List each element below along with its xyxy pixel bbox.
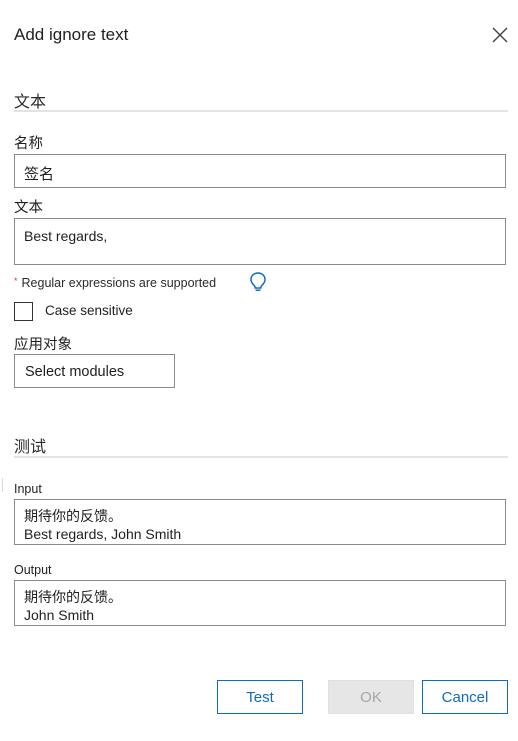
input-line: 期待你的反馈。 (24, 508, 122, 524)
text-label: 文本 (14, 200, 43, 216)
ok-button[interactable]: OK (328, 680, 414, 714)
required-marker: * (14, 276, 18, 286)
edge-marker (2, 478, 3, 492)
output-line: John Smith (24, 607, 95, 623)
text-field-value: Best regards, (24, 228, 108, 244)
apply-to-label: 应用对象 (14, 337, 72, 353)
output-line: 期待你的反馈。 (24, 589, 122, 605)
section-divider (14, 456, 508, 458)
section-heading-test: 测试 (14, 439, 47, 456)
name-label: 名称 (14, 136, 43, 152)
regex-hint-text: Regular expressions are supported (21, 276, 217, 290)
modules-dropdown[interactable]: Select modules (14, 354, 175, 388)
input-field[interactable]: 期待你的反馈。 Best regards, John Smith (14, 499, 506, 545)
section-divider (14, 110, 508, 112)
lightbulb-icon[interactable] (249, 271, 267, 293)
section-heading-text: 文本 (14, 94, 47, 111)
name-field-value: 签名 (24, 166, 55, 183)
text-field[interactable]: Best regards, (14, 218, 506, 265)
modules-dropdown-value: Select modules (25, 364, 125, 380)
cancel-button[interactable]: Cancel (422, 680, 508, 714)
close-icon[interactable] (491, 26, 509, 44)
case-sensitive-checkbox[interactable] (14, 302, 33, 321)
input-line: Best regards, John Smith (24, 526, 182, 542)
dialog-title: Add ignore text (14, 25, 129, 44)
regex-hint: * Regular expressions are supported (14, 276, 216, 290)
test-button[interactable]: Test (217, 680, 303, 714)
output-field: 期待你的反馈。 John Smith (14, 580, 506, 626)
name-field[interactable]: 签名 (14, 154, 506, 188)
case-sensitive-label[interactable]: Case sensitive (45, 303, 133, 318)
input-label: Input (14, 482, 42, 496)
output-label: Output (14, 563, 52, 577)
